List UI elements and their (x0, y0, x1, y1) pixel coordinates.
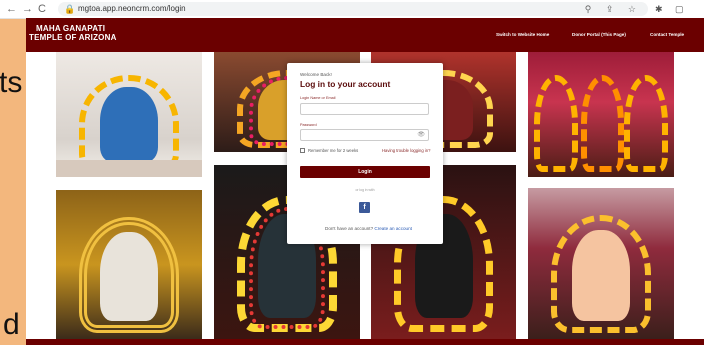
or-divider-text: or log in with (355, 188, 375, 192)
facebook-login-icon[interactable]: f (359, 202, 370, 213)
deity-photo-4 (528, 52, 674, 177)
site-header: MAHA GANAPATI TEMPLE OF ARIZONA Switch t… (26, 18, 704, 52)
deity-photo-1 (56, 52, 202, 177)
back-icon[interactable]: ← (6, 2, 17, 16)
address-bar-icons[interactable]: ⚲ ⇪ ☆ (585, 2, 642, 16)
trouble-link[interactable]: Having trouble logging in? (382, 148, 430, 153)
nav-website-home[interactable]: Switch to Website Home (496, 32, 549, 37)
garland-shape (580, 74, 625, 172)
nav-donor-portal[interactable]: Donor Portal (This Page) (572, 32, 626, 37)
reload-icon[interactable]: C (38, 2, 46, 16)
remember-checkbox[interactable] (300, 148, 305, 153)
address-bar[interactable]: 🔒 mgtoa.app.neoncrm.com/login ⚲ ⇪ ☆ (58, 2, 648, 16)
deity-photo-5 (56, 190, 202, 339)
no-account-label: Don't have an account? (325, 226, 375, 231)
slide-text-bottom: d (3, 308, 20, 341)
brand-logo-text[interactable]: MAHA GANAPATI TEMPLE OF ARIZONA (29, 24, 117, 42)
login-title: Log in to your account (300, 79, 391, 89)
welcome-text: Welcome Back! (300, 72, 332, 77)
password-field[interactable]: 👁 (300, 129, 429, 141)
idol-shape (99, 87, 159, 162)
email-field[interactable] (300, 103, 429, 115)
eye-icon[interactable]: 👁 (417, 131, 425, 139)
nav-contact-temple[interactable]: Contact Temple (650, 32, 684, 37)
slide-background (0, 0, 26, 345)
login-card: Welcome Back! Log in to your account Log… (287, 63, 443, 244)
browser-toolbar: ← → C 🔒 mgtoa.app.neoncrm.com/login ⚲ ⇪ … (0, 0, 704, 28)
remember-label: Remember me for 2 weeks (308, 148, 359, 153)
no-account-text: Don't have an account? Create an account (325, 226, 412, 231)
idol-shape (99, 231, 159, 322)
idol-shape (571, 230, 631, 321)
altar-base (56, 159, 202, 177)
forward-icon[interactable]: → (22, 2, 33, 16)
lock-icon[interactable]: 🔒 (64, 3, 75, 15)
garland-shape (533, 74, 578, 172)
login-button[interactable]: Login (300, 166, 430, 178)
slide-text-top: ts (0, 66, 23, 99)
garland-shape (624, 74, 669, 172)
email-label: Login Name or Email (300, 96, 336, 100)
url-text[interactable]: mgtoa.app.neoncrm.com/login (78, 3, 186, 15)
brand-line-2: TEMPLE OF ARIZONA (29, 33, 117, 42)
create-account-link[interactable]: Create an account (374, 226, 412, 231)
deity-photo-8 (528, 188, 674, 339)
footer-strip (26, 339, 704, 345)
brand-line-1: MAHA GANAPATI (36, 24, 106, 33)
password-label: Password (300, 123, 317, 127)
